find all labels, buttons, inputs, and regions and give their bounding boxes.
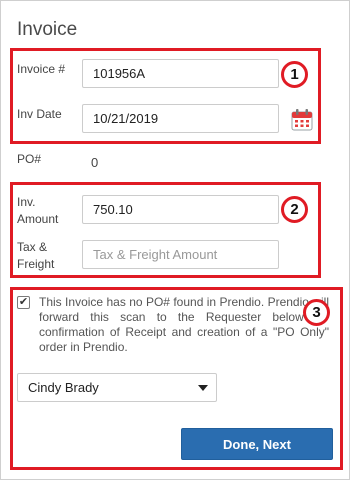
calendar-icon[interactable] [290,108,314,132]
done-next-button[interactable]: Done, Next [181,428,333,460]
no-po-message: This Invoice has no PO# found in Prendio… [39,295,329,354]
invoice-number-input[interactable] [82,59,279,88]
annotation-badge-2: 2 [281,196,308,223]
po-value: 0 [91,155,99,170]
page-title: Invoice [17,19,78,40]
requester-selected-value: Cindy Brady [28,380,99,395]
tax-freight-label: Tax & Freight [17,239,54,273]
chevron-down-icon [198,385,208,391]
inv-amount-input[interactable] [82,195,279,224]
requester-select[interactable]: Cindy Brady [17,373,217,402]
invoice-date-input[interactable] [82,104,279,133]
annotation-badge-1: 1 [281,61,308,88]
no-po-checkbox[interactable]: ✔ [17,296,30,309]
invoice-date-label: Inv Date [17,107,62,121]
inv-amount-label-line1: Inv. [17,195,36,209]
inv-amount-label: Inv. Amount [17,194,58,228]
checkmark-icon: ✔ [18,296,29,308]
tax-freight-input[interactable] [82,240,279,269]
tax-freight-label-line2: Freight [17,257,55,271]
po-label: PO# [17,152,42,166]
invoice-number-label: Invoice # [17,62,66,76]
tax-freight-label-line1: Tax & [17,240,48,254]
inv-amount-label-line2: Amount [17,212,59,226]
annotation-badge-3: 3 [303,299,330,326]
